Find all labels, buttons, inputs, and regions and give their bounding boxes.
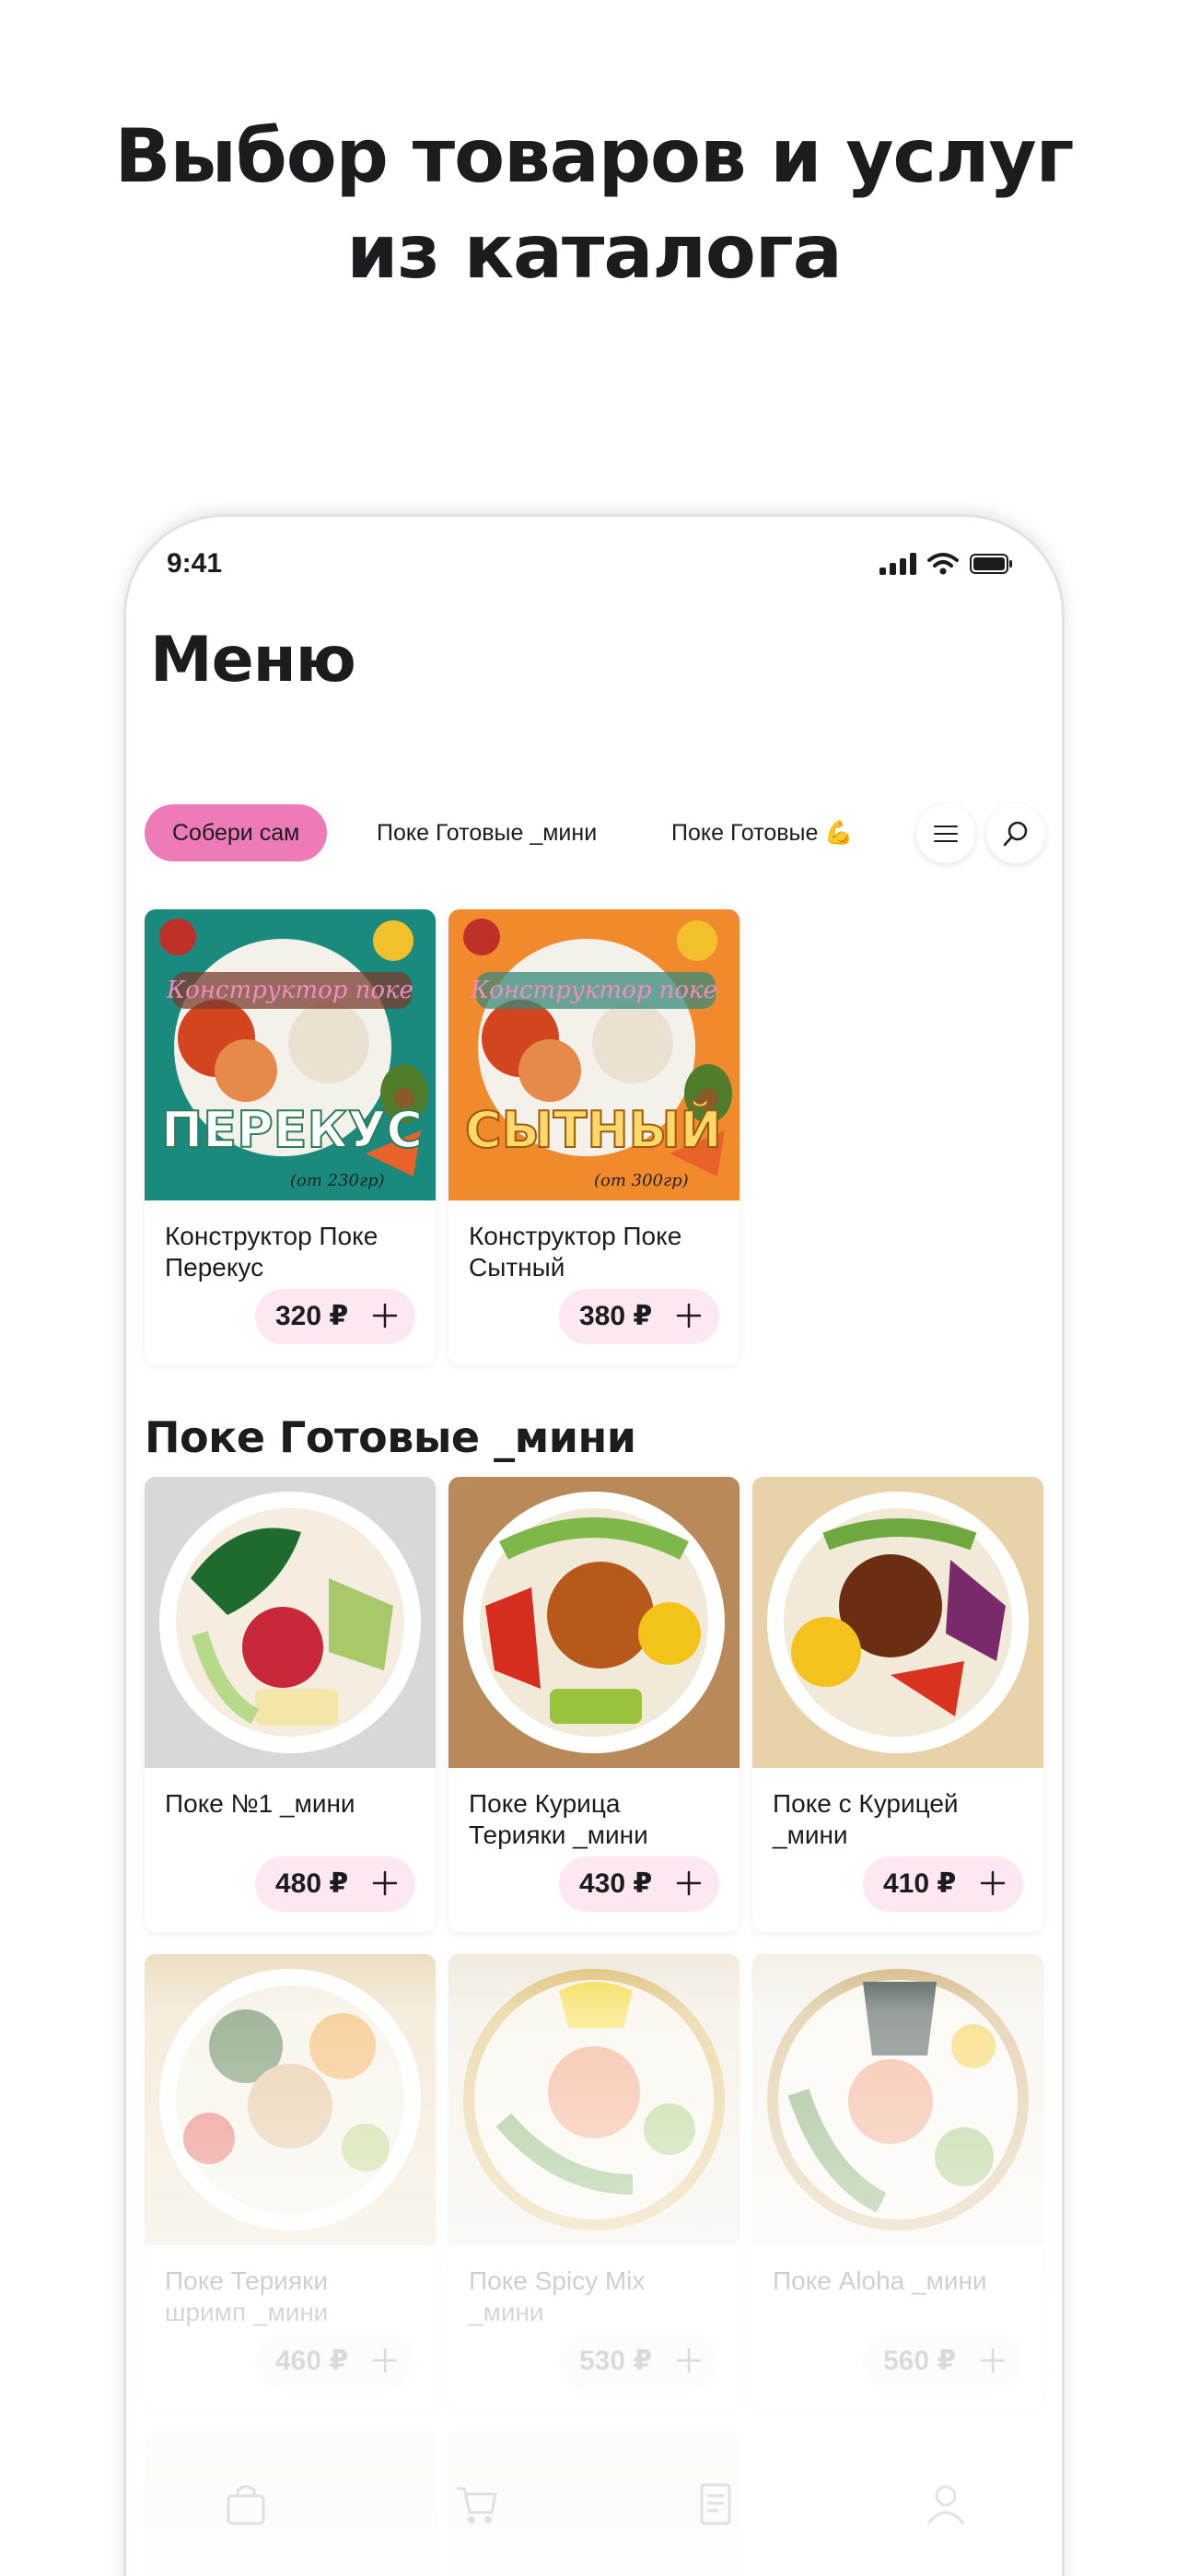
product-name: Поке №1 _мини <box>165 1789 355 1818</box>
svg-text:(от 230гр): (от 230гр) <box>290 1171 385 1190</box>
product-name: Конструктор Поке Сытный <box>469 1222 682 1282</box>
plus-icon <box>676 1870 702 1896</box>
product-card[interactable]: Поке с Курицей _мини 410 ₽ <box>752 1477 1043 1932</box>
product-card[interactable]: Поке Терияки шримп _мини 460 ₽ <box>145 1954 436 2409</box>
status-icons <box>879 552 1014 576</box>
product-name: Конструктор Поке Перекус <box>165 1222 379 1282</box>
add-to-cart-button[interactable]: 380 ₽ <box>559 1289 719 1344</box>
tab-poke-gotovye-mini[interactable]: Поке Готовые _мини <box>377 804 597 861</box>
svg-text:Конструктор поке: Конструктор поке <box>166 977 413 1004</box>
status-bar: 9:41 <box>126 517 1062 618</box>
plus-icon <box>372 1870 398 1896</box>
plus-icon <box>980 1870 1006 1896</box>
category-tabs: Собери сам Поке Готовые _мини Поке Готов… <box>145 804 1047 865</box>
add-to-cart-button[interactable]: 530 ₽ <box>559 2334 719 2389</box>
product-price: 430 ₽ <box>579 1868 653 1899</box>
signal-icon <box>879 553 916 575</box>
add-to-cart-button[interactable]: 430 ₽ <box>559 1856 719 1912</box>
product-name: Поке Spicy Mix _мини <box>469 2266 646 2326</box>
orders-icon <box>700 2483 731 2525</box>
add-to-cart-button[interactable]: 480 ₽ <box>255 1856 415 1912</box>
menu-button[interactable] <box>916 804 975 863</box>
phone-frame: 9:41 Меню Собери сам Поке Готовые _мини … <box>123 514 1065 2576</box>
product-image <box>448 1954 740 2245</box>
svg-text:Конструктор поке: Конструктор поке <box>470 977 717 1004</box>
product-card[interactable]: Поке Spicy Mix _мини 530 ₽ <box>448 1954 740 2409</box>
profile-icon <box>926 2485 965 2524</box>
plus-icon <box>676 1303 702 1329</box>
menu-icon <box>934 825 958 842</box>
add-to-cart-button[interactable]: 320 ₽ <box>255 1289 415 1344</box>
product-image <box>448 1477 740 1768</box>
product-price: 560 ₽ <box>883 2346 957 2376</box>
product-price: 530 ₽ <box>579 2346 653 2376</box>
product-image <box>145 1954 436 2245</box>
product-name: Поке с Курицей _мини <box>773 1789 959 1849</box>
product-image: Конструктор поке ПЕРЕКУС (от 230гр) <box>145 909 436 1200</box>
svg-text:СЫТНЫЙ: СЫТНЫЙ <box>465 1101 722 1159</box>
product-card[interactable]: Конструктор поке СЫТНЫЙ (от 300гр) Конст… <box>448 909 740 1364</box>
product-card[interactable]: Поке Курица Терияки _мини 430 ₽ <box>448 1477 740 1932</box>
nav-item-cart[interactable] <box>402 2479 550 2534</box>
plus-icon <box>980 2348 1006 2373</box>
product-image <box>752 1954 1043 2245</box>
product-card[interactable]: Конструктор поке ПЕРЕКУС (от 230гр) Конс… <box>145 909 436 1364</box>
bag-icon <box>227 2485 265 2525</box>
promo-headline: Выбор товаров и услуг из каталога <box>0 109 1188 300</box>
section-title: Поке Готовые _мини <box>145 1412 636 1462</box>
nav-item-orders[interactable] <box>642 2479 789 2534</box>
product-price: 380 ₽ <box>579 1301 653 1331</box>
add-to-cart-button[interactable]: 560 ₽ <box>863 2334 1023 2389</box>
search-icon <box>1003 821 1028 847</box>
search-button[interactable] <box>986 804 1045 863</box>
plus-icon <box>372 1303 398 1329</box>
nav-item-menu[interactable] <box>172 2479 320 2534</box>
add-to-cart-button[interactable]: 410 ₽ <box>863 1856 1023 1912</box>
plus-icon <box>676 2348 702 2373</box>
battery-icon <box>970 554 1012 574</box>
product-name: Поке Курица Терияки _мини <box>469 1789 648 1849</box>
status-time: 9:41 <box>167 548 223 579</box>
screen-title: Меню <box>150 624 356 697</box>
product-price: 410 ₽ <box>883 1868 957 1899</box>
product-image: Конструктор поке СЫТНЫЙ (от 300гр) <box>448 909 740 1200</box>
product-name: Поке Aloha _мини <box>773 2266 987 2295</box>
product-card[interactable]: Поке №1 _мини 480 ₽ <box>145 1477 436 1932</box>
product-image <box>145 1477 436 1768</box>
cart-icon <box>457 2487 497 2523</box>
svg-text:(от 300гр): (от 300гр) <box>594 1171 689 1190</box>
product-price: 460 ₽ <box>275 2346 349 2376</box>
svg-text:ПЕРЕКУС: ПЕРЕКУС <box>161 1101 423 1159</box>
product-price: 320 ₽ <box>275 1301 349 1331</box>
headline-line-1: Выбор товаров и услуг <box>114 113 1075 199</box>
wifi-icon <box>927 553 959 575</box>
product-card[interactable]: Поке Aloha _мини 560 ₽ <box>752 1954 1043 2409</box>
headline-line-2: из каталога <box>346 209 842 295</box>
product-image <box>752 1477 1043 1768</box>
product-price: 480 ₽ <box>275 1868 349 1899</box>
tab-poke-gotovye[interactable]: Поке Готовые 💪 <box>671 804 853 861</box>
tab-sobery-sam[interactable]: Собери сам <box>145 804 328 861</box>
add-to-cart-button[interactable]: 460 ₽ <box>255 2334 415 2389</box>
plus-icon <box>372 2348 398 2373</box>
nav-item-profile[interactable] <box>872 2479 1019 2534</box>
product-name: Поке Терияки шримп _мини <box>165 2266 329 2326</box>
bottom-nav <box>126 2461 1062 2576</box>
